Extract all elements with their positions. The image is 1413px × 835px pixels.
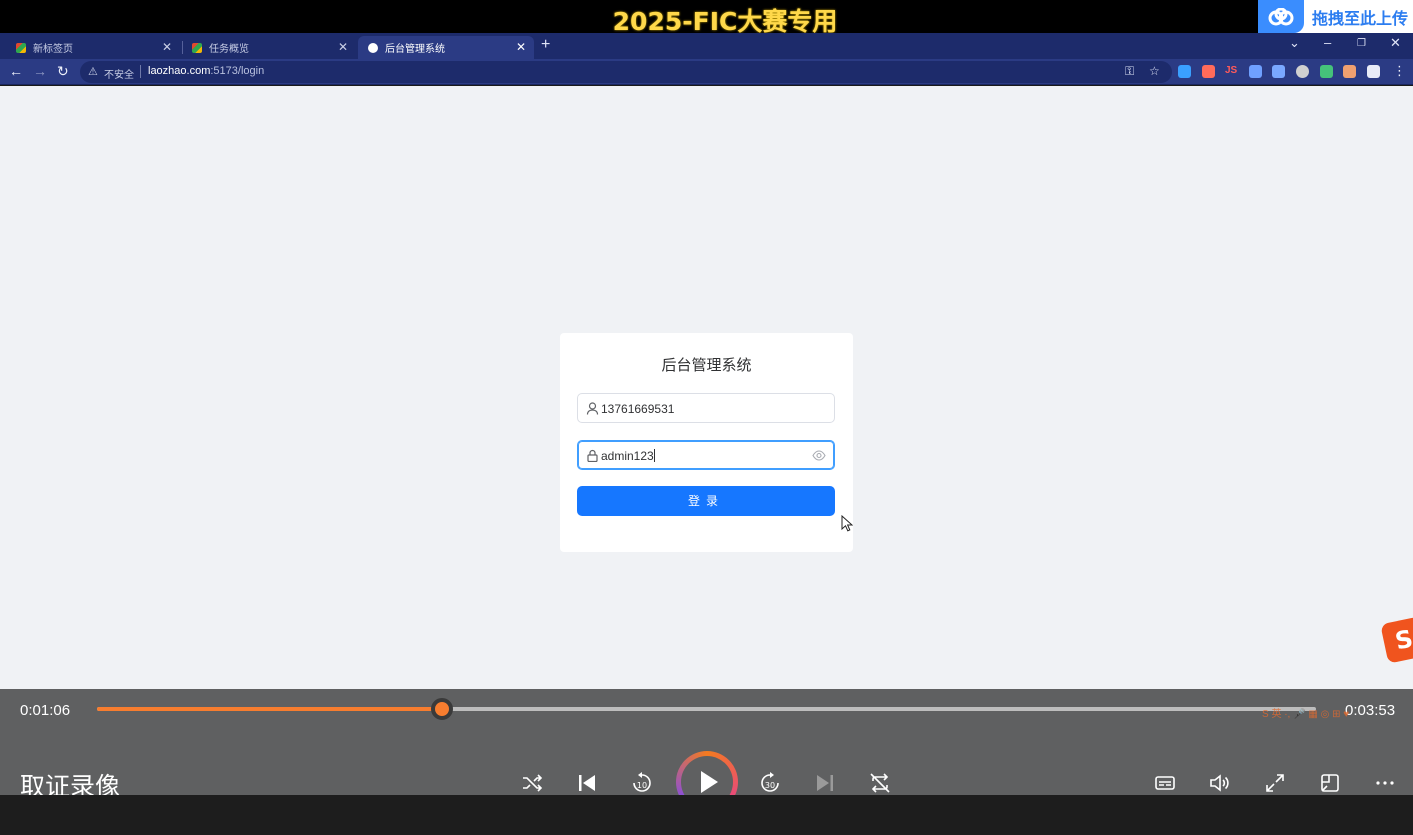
repeat-off-icon[interactable]: [868, 771, 892, 795]
screenshot-extension-icon[interactable]: [1202, 65, 1215, 78]
menu-icon[interactable]: ⋮: [1393, 63, 1406, 79]
back-icon[interactable]: ←: [9, 63, 23, 79]
top-banner: 2025-FIC大赛专用 拖拽至此上传: [0, 0, 1413, 36]
omnibox[interactable]: ⚠ 不安全 laozhao.com:5173/login ⚿ ☆: [80, 61, 1172, 83]
seek-bar[interactable]: [97, 707, 1316, 711]
tab-label: 后台管理系统: [385, 44, 445, 55]
tab-favicon-icon: [192, 42, 202, 53]
rewind-10-icon[interactable]: 10: [630, 771, 654, 795]
ime-toolbar-ghost: S 英 ·, 🎤 ▦ ◎ ⊞ ♥: [1262, 709, 1350, 720]
url-host: laozhao.com: [148, 65, 211, 77]
svg-text:10: 10: [637, 781, 647, 790]
mini-player-icon[interactable]: [1318, 771, 1342, 795]
previous-icon[interactable]: [575, 771, 599, 795]
current-time: 0:01:06: [20, 702, 71, 719]
bottom-bar: [0, 795, 1413, 835]
mouse-cursor-icon: [841, 515, 853, 532]
username-value: 13761669531: [601, 402, 675, 416]
login-card: 后台管理系统 13761669531 admin123 登录: [560, 333, 853, 552]
video-player-controls: 0:01:06 0:03:53 S 英 ·, 🎤 ▦ ◎ ⊞ ♥ 取证录像 10…: [0, 689, 1413, 813]
more-icon[interactable]: [1373, 771, 1397, 795]
browser-tab-bar: 新标签页 ✕ 任务概览 ✕ 后台管理系统 ✕: [0, 33, 1413, 59]
window-close-button[interactable]: ✕: [1390, 35, 1401, 51]
divider: [140, 65, 141, 78]
tab-tasks[interactable]: 任务概览 ✕: [176, 36, 356, 59]
js-extension-icon[interactable]: JS: [1225, 65, 1237, 76]
volume-icon[interactable]: [1208, 771, 1232, 795]
user-icon: [586, 402, 599, 415]
page-content: 后台管理系统 13761669531 admin123 登录: [0, 86, 1413, 689]
tab-label: 新标签页: [33, 44, 73, 55]
shuffle-icon[interactable]: [520, 771, 544, 795]
url-text[interactable]: laozhao.com:5173/login: [148, 65, 264, 77]
svg-text:30: 30: [765, 781, 775, 790]
security-label[interactable]: 不安全: [104, 66, 134, 81]
lock-icon: [587, 449, 598, 462]
tab-search-icon[interactable]: ⌄: [1289, 35, 1300, 51]
forward-30-icon[interactable]: 30: [758, 771, 782, 795]
extensions-icon[interactable]: [1367, 65, 1380, 78]
key-icon[interactable]: ⚿: [1125, 64, 1134, 79]
tab-new[interactable]: 新标签页 ✕: [0, 36, 180, 59]
star-icon[interactable]: ☆: [1149, 64, 1160, 78]
next-icon[interactable]: [813, 771, 837, 795]
text-caret: [653, 449, 655, 462]
login-button[interactable]: 登录: [577, 486, 835, 516]
globe-icon: [368, 42, 378, 53]
seek-progress: [97, 707, 442, 711]
upload-label: 拖拽至此上传: [1312, 8, 1409, 28]
close-icon[interactable]: ✕: [338, 40, 348, 54]
subtitles-icon[interactable]: [1153, 771, 1177, 795]
cloud-icon: [1258, 0, 1304, 33]
screen: 2025-FIC大赛专用 拖拽至此上传 新标签页 ✕ 任务概览 ✕ 后台管理系统…: [0, 0, 1413, 835]
upload-widget[interactable]: 拖拽至此上传: [1258, 0, 1413, 33]
password-value: admin123: [601, 449, 654, 463]
grid-extension-icon[interactable]: [1249, 65, 1262, 78]
puzzle-extension-icon[interactable]: [1272, 65, 1285, 78]
capture-extension-icon[interactable]: [1320, 65, 1333, 78]
close-icon[interactable]: ✕: [516, 40, 526, 54]
close-icon[interactable]: ✕: [162, 40, 172, 54]
seek-thumb[interactable]: [431, 698, 453, 720]
circle-extension-icon[interactable]: [1296, 65, 1309, 78]
camera-extension-icon[interactable]: [1178, 65, 1191, 78]
login-title: 后台管理系统: [661, 357, 752, 374]
forward-icon[interactable]: →: [33, 63, 47, 79]
total-time: 0:03:53: [1345, 702, 1396, 719]
fullscreen-icon[interactable]: [1263, 771, 1287, 795]
hand-extension-icon[interactable]: [1343, 65, 1356, 78]
tab-label: 任务概览: [209, 44, 249, 55]
new-tab-button[interactable]: +: [541, 36, 550, 54]
url-path: :5173/login: [210, 65, 265, 77]
username-field[interactable]: 13761669531: [577, 393, 835, 423]
password-field[interactable]: admin123: [577, 440, 835, 470]
restore-button[interactable]: ❐: [1357, 38, 1366, 49]
address-bar-row: ← → ↻ ⚠ 不安全 laozhao.com:5173/login ⚿ ☆ J…: [0, 59, 1413, 85]
warning-icon: ⚠: [88, 66, 98, 78]
tab-favicon-icon: [16, 42, 26, 53]
eye-icon[interactable]: [812, 450, 826, 461]
minimize-button[interactable]: –: [1324, 35, 1331, 50]
password-value-wrap: admin123: [601, 449, 655, 463]
reload-icon[interactable]: ↻: [57, 63, 69, 80]
tab-admin[interactable]: 后台管理系统 ✕: [358, 36, 534, 59]
